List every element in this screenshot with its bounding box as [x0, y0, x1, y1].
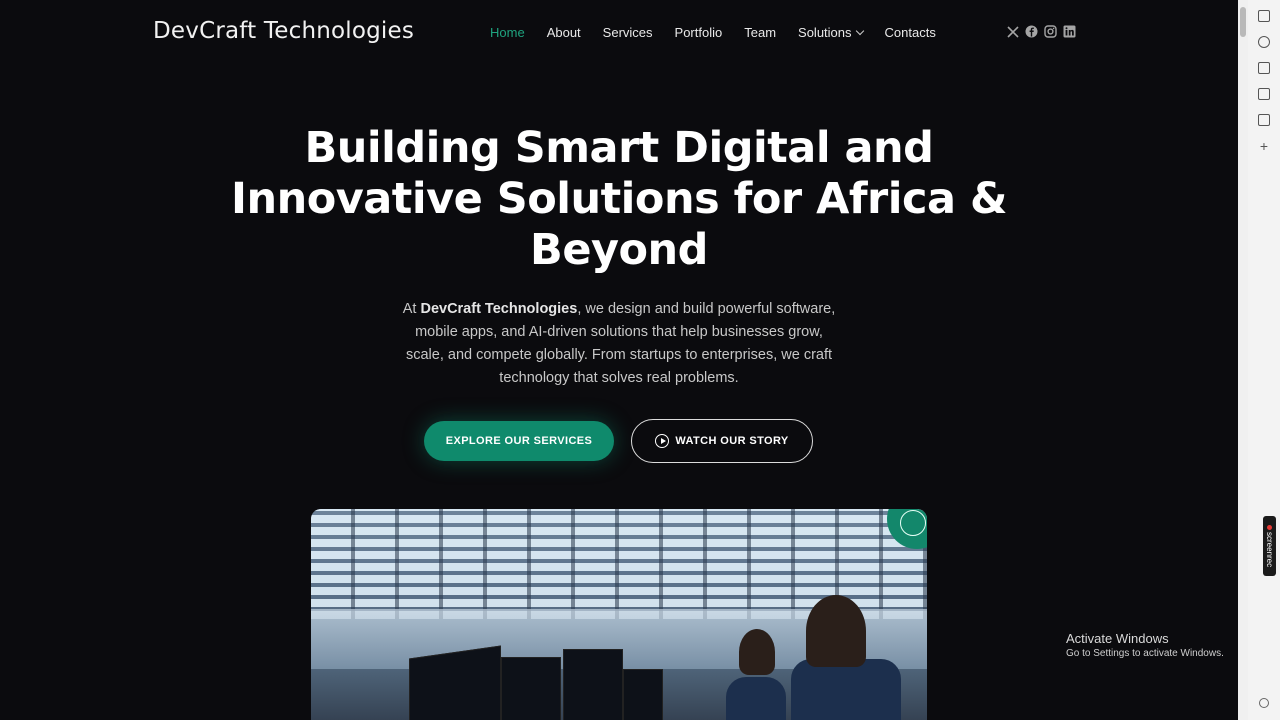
hero-description: At DevCraft Technologies, we design and … [399, 298, 839, 390]
screenrec-badge[interactable]: screenrec [1263, 516, 1276, 576]
nav-team[interactable]: Team [744, 25, 776, 40]
page: DevCraft Technologies Home About Service… [0, 0, 1238, 720]
scrollbar[interactable] [1238, 0, 1248, 720]
social-links [1006, 25, 1076, 38]
scrollbar-thumb[interactable] [1240, 7, 1246, 37]
reading-icon[interactable] [1258, 114, 1270, 126]
monitor-graphic [501, 657, 561, 720]
nav-solutions[interactable]: Solutions [798, 25, 864, 40]
hero-image [311, 509, 927, 720]
save-icon[interactable] [1258, 88, 1270, 100]
person-graphic [806, 595, 866, 667]
activate-windows-watermark: Activate Windows Go to Settings to activ… [1066, 631, 1224, 659]
circle-icon[interactable] [900, 510, 926, 536]
screenrec-label: screenrec [1265, 531, 1274, 568]
facebook-icon[interactable] [1025, 25, 1038, 38]
hero-title: Building Smart Digital and Innovative So… [231, 123, 1007, 275]
monitor-graphic [409, 645, 501, 720]
nav-contacts[interactable]: Contacts [885, 25, 936, 40]
hero-desc-brand: DevCraft Technologies [420, 301, 578, 317]
play-icon [655, 434, 670, 448]
nav-home[interactable]: Home [490, 25, 525, 40]
site-logo[interactable]: DevCraft Technologies [153, 18, 414, 44]
person-graphic [791, 659, 901, 720]
linkedin-icon[interactable] [1063, 25, 1076, 38]
activate-subtitle: Go to Settings to activate Windows. [1066, 648, 1224, 659]
activate-title: Activate Windows [1066, 631, 1169, 646]
site-header: DevCraft Technologies Home About Service… [0, 0, 1238, 64]
nav-services[interactable]: Services [603, 25, 653, 40]
chevron-down-icon [855, 26, 864, 35]
watch-story-label: WATCH OUR STORY [675, 435, 789, 447]
person-graphic [739, 629, 775, 675]
watch-story-button[interactable]: WATCH OUR STORY [631, 419, 813, 463]
nav-solutions-label: Solutions [798, 25, 852, 40]
person-graphic [726, 677, 786, 720]
favorites-icon[interactable] [1258, 36, 1270, 48]
wallet-icon[interactable] [1258, 62, 1270, 74]
nav-about[interactable]: About [547, 25, 581, 40]
nav-portfolio[interactable]: Portfolio [675, 25, 723, 40]
add-icon[interactable]: + [1258, 139, 1270, 153]
instagram-icon[interactable] [1044, 25, 1057, 38]
monitor-graphic [623, 669, 663, 720]
record-icon [1267, 524, 1272, 530]
monitor-graphic [563, 649, 623, 720]
explore-services-button[interactable]: EXPLORE OUR SERVICES [424, 421, 614, 461]
hero-desc-prefix: At [402, 301, 421, 317]
main-nav: Home About Services Portfolio Team Solut… [490, 25, 958, 40]
tab-icon[interactable] [1258, 10, 1270, 22]
x-icon[interactable] [1006, 25, 1019, 38]
gear-icon[interactable] [1259, 698, 1269, 708]
